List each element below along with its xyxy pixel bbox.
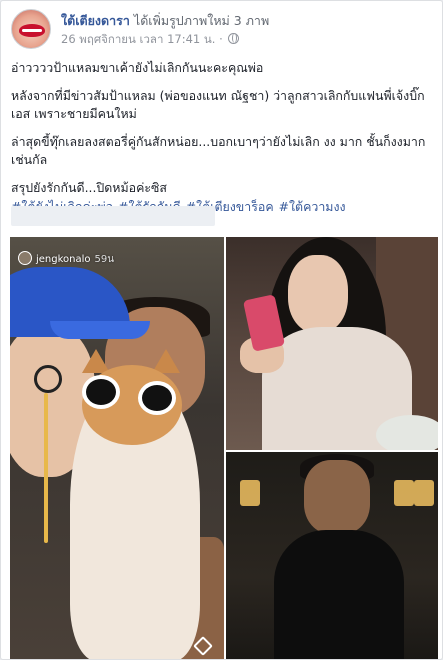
- photo-shape: [240, 480, 260, 506]
- photo-grid: jengkonalo 59น: [10, 237, 438, 659]
- story-avatar: [18, 251, 32, 265]
- post-paragraph: สรุปยังรักกันดี...ปิดหม้อค่ะซิส: [11, 180, 167, 195]
- photo-girl-phone[interactable]: [226, 237, 438, 450]
- photo-shape: [414, 480, 434, 506]
- photo-man-restaurant[interactable]: [226, 452, 438, 659]
- chain-sticker-icon: [44, 393, 48, 543]
- photo-shape: [288, 255, 348, 333]
- post-header: ใต้เตียงดารา ได้เพิ่มรูปภาพใหม่ 3 ภาพ 26…: [11, 9, 431, 49]
- photo-shape: [304, 460, 370, 534]
- photo-story-couple-cat[interactable]: jengkonalo 59น: [10, 237, 224, 659]
- cap-brim-sticker-icon: [50, 321, 150, 339]
- page-name-link[interactable]: ใต้เตียงดารา: [61, 13, 130, 28]
- post-card: ใต้เตียงดารา ได้เพิ่มรูปภาพใหม่ 3 ภาพ 26…: [0, 0, 443, 660]
- post-timestamp[interactable]: 26 พฤศจิกายน เวลา 17:41 น. ·: [61, 32, 223, 46]
- cat-ear: [82, 349, 110, 373]
- post-title-line: ใต้เตียงดารา ได้เพิ่มรูปภาพใหม่ 3 ภาพ: [61, 11, 269, 31]
- lips-logo-icon: [19, 24, 45, 37]
- post-paragraph: หลังจากที่มีข่าวสัมป้าแหลม (พ่อของแนท ณั…: [11, 88, 425, 121]
- post-body: อ่าววววป้าแหลมขาเค้ายังไม่เลิกกันนะคะคุณ…: [11, 59, 436, 216]
- story-user-label: jengkonalo 59น: [18, 251, 114, 267]
- story-username: jengkonalo: [36, 254, 91, 265]
- blurred-text-bar: [11, 206, 215, 226]
- globe-icon[interactable]: [228, 33, 240, 44]
- post-meta: 26 พฤศจิกายน เวลา 17:41 น. ·: [61, 31, 240, 49]
- story-time: 59น: [94, 254, 115, 265]
- sunglasses-sticker-icon: [82, 375, 120, 409]
- post-paragraph: ล่าสุดขี้ทุ๊กเลยลงสตอรี่คู่กันสักหน่อย..…: [11, 134, 426, 167]
- post-paragraph: อ่าววววป้าแหลมขาเค้ายังไม่เลิกกันนะคะคุณ…: [11, 60, 264, 75]
- monocle-sticker-icon: [34, 365, 62, 393]
- page-avatar[interactable]: [11, 9, 51, 49]
- photo-shape: [376, 415, 438, 450]
- photo-shape: [394, 480, 414, 506]
- sunglasses-sticker-icon: [138, 381, 176, 415]
- hashtag-link[interactable]: #ใต้ความงง: [279, 199, 346, 214]
- photo-shape: [274, 530, 404, 659]
- post-action-text: ได้เพิ่มรูปภาพใหม่ 3 ภาพ: [133, 13, 270, 28]
